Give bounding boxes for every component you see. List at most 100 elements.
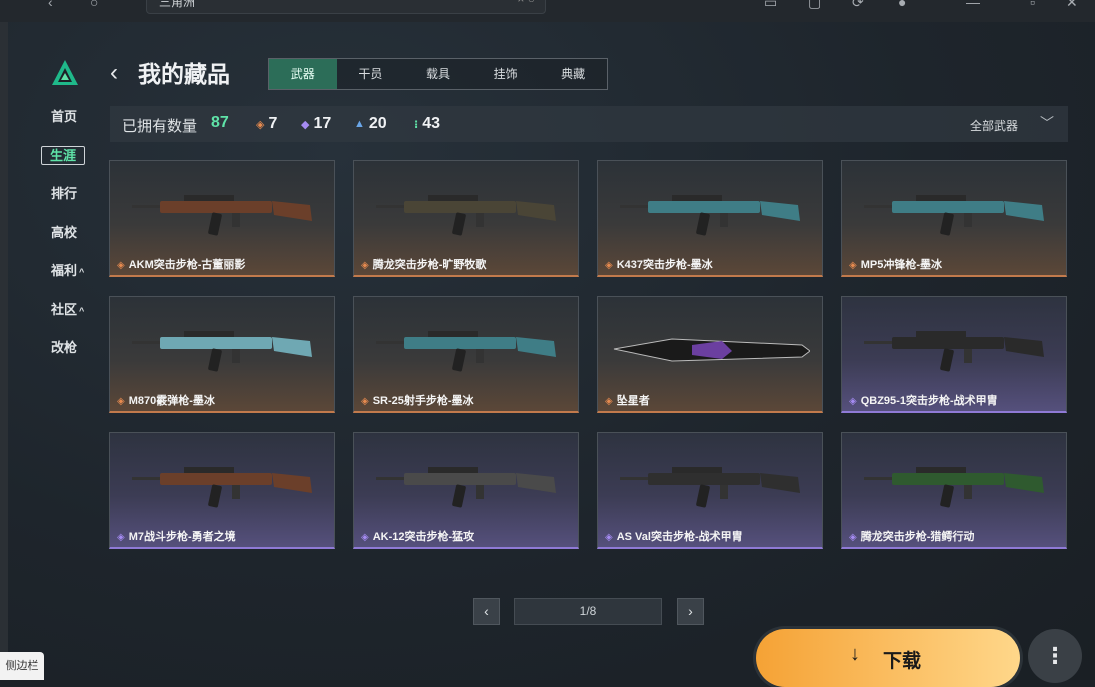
tab-weapons[interactable]: 武器: [269, 59, 337, 89]
weapon-image: [376, 195, 556, 236]
sidebar-item-community[interactable]: 社区 ^: [40, 301, 96, 340]
next-page-button[interactable]: ›: [677, 598, 704, 625]
collection-card-label: ◈ 坠星者: [605, 392, 650, 408]
sync-icon[interactable]: ⟳: [852, 0, 864, 11]
sidebar-item-gunsmith[interactable]: 改枪: [40, 339, 96, 378]
sidebar-item-label: 福利: [51, 263, 78, 278]
tab-operators[interactable]: 干员: [337, 59, 405, 89]
collection-card[interactable]: ◈ 腾龙突击步枪-猎鳄行动: [841, 432, 1067, 549]
owned-count-label: 已拥有数量: [122, 118, 198, 135]
weapon-filter-select[interactable]: 全部武器: [970, 117, 1018, 134]
collection-card-name: SR-25射手步枪-墨冰: [372, 395, 474, 407]
mail-icon[interactable]: ▢: [808, 0, 821, 11]
collection-card-name: K437突击步枪-墨冰: [616, 259, 713, 271]
collection-card[interactable]: ◈ M870霰弹枪-墨冰: [109, 296, 335, 413]
collection-card[interactable]: ◈ MP5冲锋枪-墨冰: [841, 160, 1067, 277]
purple-diamond-icon: ◈: [849, 396, 857, 407]
sidebar-item-campus[interactable]: 高校: [40, 224, 96, 263]
collection-card[interactable]: ◈ SR-25射手步枪-墨冰: [353, 296, 579, 413]
maximize-icon[interactable]: ▫: [1030, 0, 1035, 10]
category-tabs: 武器 干员 载具 挂饰 典藏: [268, 58, 608, 90]
collection-card-name: M870霰弹枪-墨冰: [128, 395, 215, 407]
page-indicator: 1/8: [514, 598, 662, 625]
chevron-down-icon[interactable]: ﹀: [1040, 113, 1054, 133]
collection-card[interactable]: ◈ QBZ95-1突击步枪-战术甲胄: [841, 296, 1067, 413]
sidebar-item-label: 排行: [51, 186, 78, 201]
count-purple-value: 17: [313, 115, 332, 132]
collection-card-name: 坠星者: [616, 395, 650, 407]
prev-page-button[interactable]: ‹: [473, 598, 500, 625]
weapon-image: [864, 331, 1044, 372]
search-value: 三角洲: [159, 0, 196, 9]
collection-card-label: ◈ AK-12突击步枪-猛攻: [361, 528, 474, 544]
blue-chevron-icon: ▲: [354, 118, 365, 130]
orange-diamond-icon: ◈: [117, 396, 125, 407]
caret-up-icon: ^: [79, 267, 85, 277]
green-dots-icon: ⁝: [414, 118, 419, 131]
back-arrow-icon[interactable]: ‹: [48, 0, 53, 10]
collection-card[interactable]: ◈ 腾龙突击步枪-旷野牧歌: [353, 160, 579, 277]
collection-card[interactable]: ◈ K437突击步枪-墨冰: [597, 160, 823, 277]
sidebar-toggle[interactable]: 侧边栏: [0, 652, 44, 680]
sidebar-item-career[interactable]: 生涯: [40, 145, 96, 186]
weapon-image: [864, 467, 1044, 508]
orange-diamond-icon: ◈: [361, 396, 369, 407]
tab-charms[interactable]: 挂饰: [472, 59, 540, 89]
collection-card-name: M7战斗步枪-勇者之境: [128, 531, 236, 543]
collection-card[interactable]: ◈ M7战斗步枪-勇者之境: [109, 432, 335, 549]
close-icon[interactable]: ✕: [1066, 0, 1078, 11]
collection-card[interactable]: ◈ AKM突击步枪-古董丽影: [109, 160, 335, 277]
collection-card[interactable]: ◈ AK-12突击步枪-猛攻: [353, 432, 579, 549]
download-label: 下载: [883, 651, 922, 672]
count-orange-value: 7: [268, 115, 278, 132]
knife-image: [613, 338, 810, 362]
more-options-button[interactable]: ⋮: [1028, 629, 1082, 683]
search-input[interactable]: 三角洲 × ○: [146, 0, 546, 14]
collection-card-label: ◈ M7战斗步枪-勇者之境: [117, 528, 236, 544]
orange-diamond-icon: ◈: [605, 260, 613, 271]
refresh-icon[interactable]: ○: [90, 0, 98, 10]
download-button[interactable]: ↓ 下载: [756, 629, 1020, 687]
collection-card-name: 腾龙突击步枪-猎鳄行动: [860, 531, 975, 543]
orange-diamond-icon: ◈: [361, 260, 369, 271]
collection-card-label: ◈ AKM突击步枪-古董丽影: [117, 256, 245, 272]
minimize-icon[interactable]: —: [966, 0, 980, 10]
sidebar-item-ranking[interactable]: 排行: [40, 185, 96, 224]
count-other-value: 43: [422, 115, 440, 132]
purple-diamond-icon: ◈: [605, 532, 613, 543]
collection-card[interactable]: ◈ 坠星者: [597, 296, 823, 413]
chat-icon[interactable]: ▭: [764, 0, 777, 11]
search-clear-icon[interactable]: × ○: [517, 0, 535, 6]
count-orange: ◈ 7: [256, 115, 277, 133]
sidebar-item-label: 社区: [51, 301, 78, 317]
collection-card-label: ◈ MP5冲锋枪-墨冰: [849, 256, 942, 272]
sidebar-item-label: 高校: [51, 224, 78, 240]
collection-card-label: ◈ 腾龙突击步枪-猎鳄行动: [849, 528, 974, 544]
count-blue: ▲ 20: [354, 115, 387, 133]
sidebar-item-home[interactable]: 首页: [40, 108, 96, 147]
collection-card-label: ◈ AS Val突击步枪-战术甲胄: [605, 528, 743, 544]
collection-card-name: MP5冲锋枪-墨冰: [860, 259, 942, 271]
orange-diamond-icon: ◈: [256, 118, 265, 131]
weapon-image: [864, 195, 1044, 236]
count-blue-value: 20: [368, 115, 387, 132]
orange-diamond-icon: ◈: [849, 260, 857, 271]
weapon-image: [376, 331, 556, 372]
tab-vehicles[interactable]: 载具: [404, 59, 472, 89]
sidebar-item-label: 改枪: [51, 340, 78, 355]
collection-card[interactable]: ◈ AS Val突击步枪-战术甲胄: [597, 432, 823, 549]
collection-card-label: ◈ 腾龙突击步枪-旷野牧歌: [361, 256, 486, 272]
weapon-image: [132, 331, 312, 372]
weapon-image: [620, 195, 800, 236]
back-button[interactable]: ‹: [110, 60, 118, 86]
sidebar-item-label: 首页: [51, 109, 78, 124]
page-title: 我的藏品: [138, 61, 230, 87]
tab-collection[interactable]: 典藏: [539, 59, 607, 89]
orange-diamond-icon: ◈: [605, 396, 613, 407]
owned-total: 87: [211, 114, 229, 131]
download-arrow-icon: ↓: [850, 643, 860, 665]
sidebar-item-welfare[interactable]: 福利 ^: [40, 262, 96, 301]
avatar[interactable]: ●: [898, 0, 906, 10]
count-other: ⁝ 43: [414, 115, 440, 133]
collection-card-name: 腾龙突击步枪-旷野牧歌: [372, 259, 487, 271]
